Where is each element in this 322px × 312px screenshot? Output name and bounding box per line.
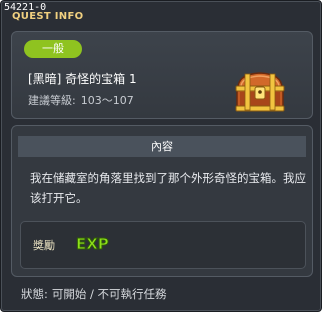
status-value: 可開始 / 不可執行任務 <box>51 287 167 301</box>
quest-info-window: 54221-0 QUEST INFO 一般 [黑暗] 奇怪的宝箱 1 建議等級:… <box>0 0 322 312</box>
status-label: 狀態: <box>21 287 48 301</box>
level-range: 103～107 <box>80 94 134 107</box>
level-label: 建議等級: <box>28 94 76 107</box>
content-header: 內容 <box>18 136 306 157</box>
window-title: QUEST INFO <box>12 11 84 22</box>
content-panel: 內容 我在储藏室的角落里找到了那个外形奇怪的宝箱。我应该打开它。 獎勵 EXP <box>11 125 313 277</box>
reward-box: 獎勵 EXP <box>20 221 306 269</box>
quest-name: [黑暗] 奇怪的宝箱 1 <box>28 72 137 86</box>
category-badge: 一般 <box>24 40 82 58</box>
quest-summary-panel: 一般 [黑暗] 奇怪的宝箱 1 建議等級: 103～107 <box>11 31 313 119</box>
treasure-chest-icon <box>235 72 285 112</box>
reward-label: 獎勵 <box>33 239 55 252</box>
exp-icon-text: EXP <box>76 235 109 253</box>
recommended-level: 建議等級: 103～107 <box>28 92 139 108</box>
exp-icon: EXP <box>76 235 110 254</box>
quest-description: 我在储藏室的角落里找到了那个外形奇怪的宝箱。我应该打开它。 <box>30 171 306 205</box>
quest-status: 狀態: 可開始 / 不可執行任務 <box>21 286 171 302</box>
